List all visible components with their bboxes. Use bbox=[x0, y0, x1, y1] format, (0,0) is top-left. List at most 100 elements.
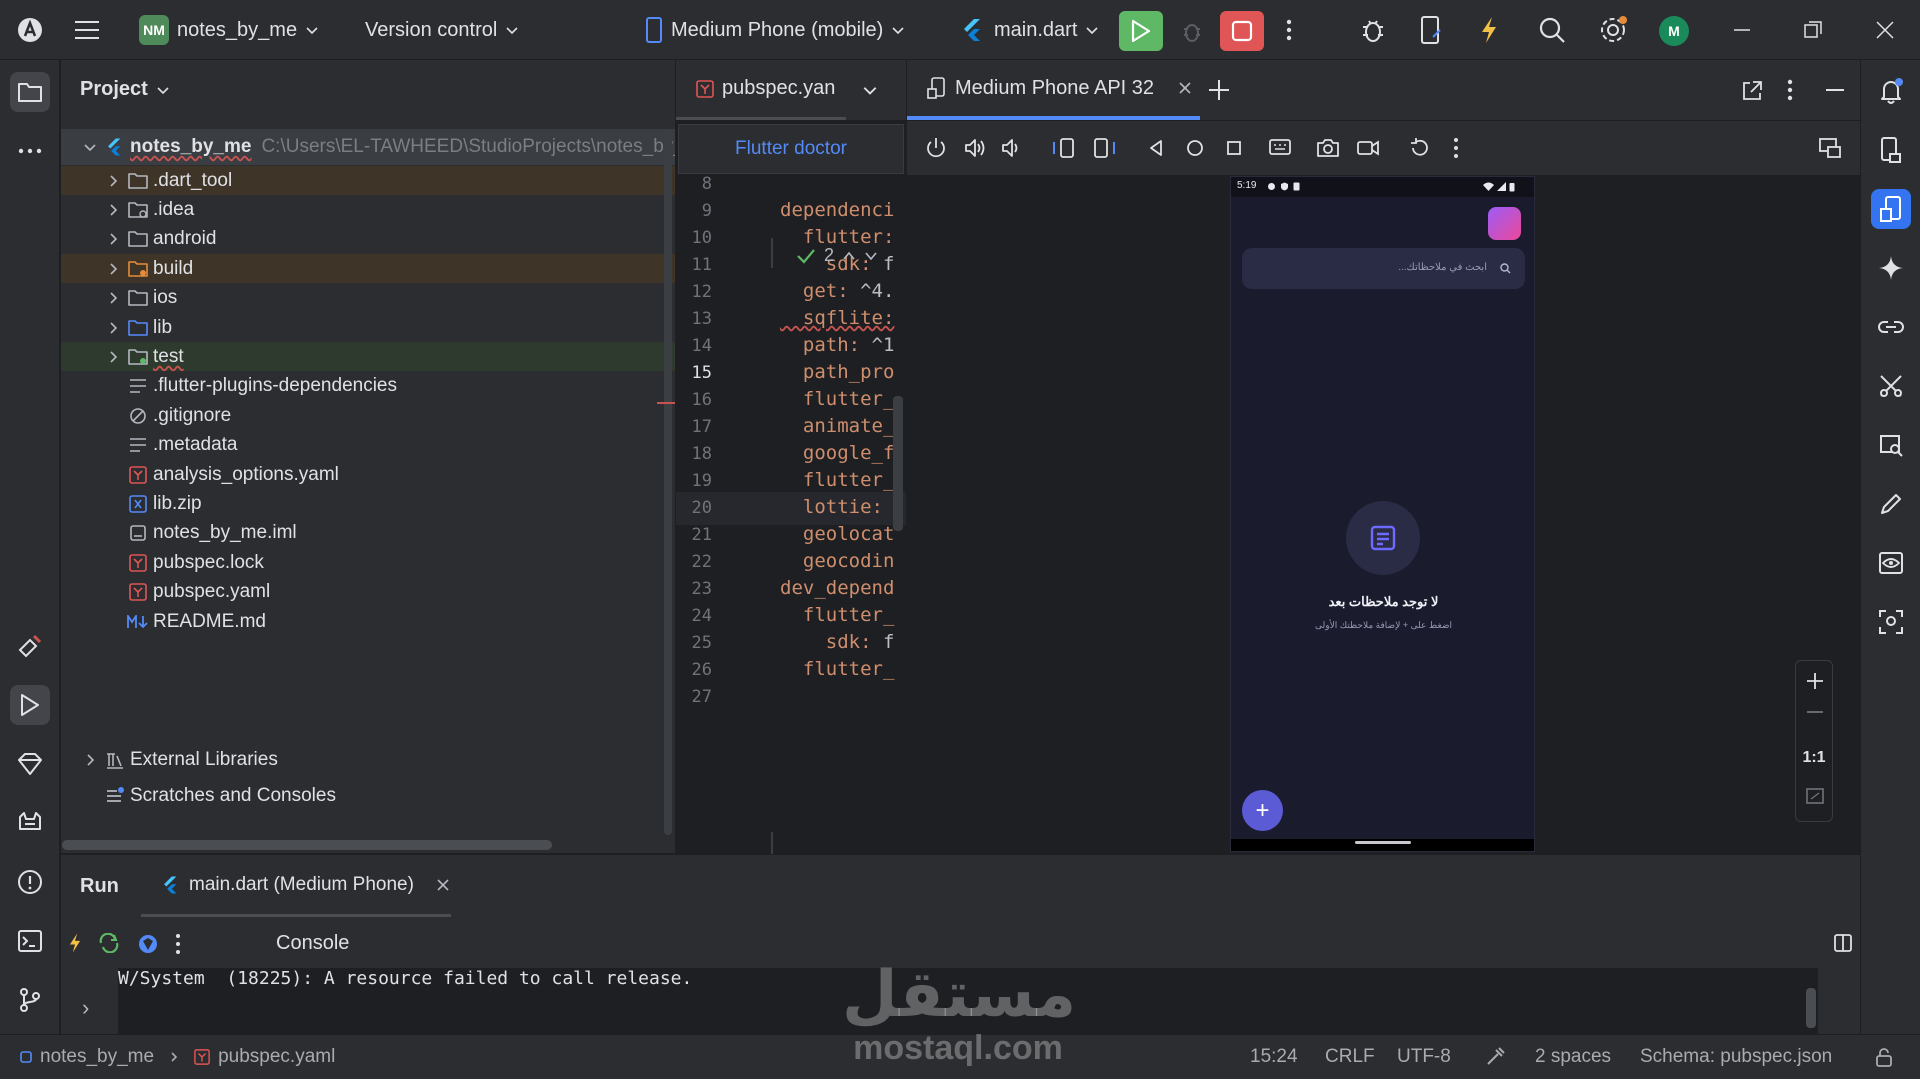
more-tools-icon[interactable] bbox=[10, 131, 50, 171]
tree-row[interactable]: ios bbox=[61, 284, 675, 313]
open-external-icon[interactable] bbox=[1741, 80, 1763, 102]
tree-row[interactable]: pubspec.lock bbox=[61, 548, 675, 577]
project-switcher[interactable]: NM notes_by_me bbox=[139, 0, 319, 60]
tree-row[interactable]: README.md bbox=[61, 607, 675, 636]
hot-reload-icon[interactable] bbox=[1478, 0, 1500, 60]
chevron-right-icon[interactable] bbox=[103, 171, 123, 191]
device-manager-icon[interactable] bbox=[1418, 0, 1444, 60]
layout-inspector-icon[interactable] bbox=[1871, 425, 1911, 465]
chevron-right-icon[interactable] bbox=[103, 229, 123, 249]
console-prompt-chevron-icon[interactable]: › bbox=[82, 995, 89, 1021]
power-icon[interactable] bbox=[923, 135, 949, 161]
tree-row-external-libraries[interactable]: External Libraries bbox=[61, 742, 675, 778]
edit-pencil-icon[interactable] bbox=[1871, 484, 1911, 524]
console-scrollbar[interactable] bbox=[1806, 988, 1816, 1028]
home-icon[interactable] bbox=[1182, 135, 1208, 161]
tree-row[interactable]: .idea bbox=[61, 195, 675, 224]
add-note-fab[interactable]: + bbox=[1242, 790, 1283, 831]
version-control-menu[interactable]: Version control bbox=[365, 0, 519, 60]
stop-button[interactable] bbox=[1220, 11, 1264, 51]
tree-row[interactable]: android bbox=[61, 225, 675, 254]
tree-row[interactable]: .gitignore bbox=[61, 401, 675, 430]
screen-record-icon[interactable] bbox=[1355, 135, 1381, 161]
close-tab-icon[interactable] bbox=[1178, 81, 1192, 95]
tree-row[interactable]: pubspec.yaml bbox=[61, 578, 675, 607]
zoom-fit-icon[interactable] bbox=[1805, 787, 1825, 805]
hide-panel-icon[interactable] bbox=[1825, 88, 1845, 92]
snapshot-reset-icon[interactable] bbox=[1407, 135, 1433, 161]
project-vertical-scrollbar[interactable] bbox=[664, 129, 672, 835]
chevron-down-icon[interactable] bbox=[80, 137, 100, 157]
chevron-right-icon[interactable] bbox=[80, 750, 100, 770]
terminal-icon[interactable] bbox=[10, 921, 50, 961]
restore-window-icon[interactable] bbox=[1804, 0, 1822, 60]
indent-setting[interactable]: 2 spaces bbox=[1535, 1046, 1611, 1068]
chevron-up-icon[interactable] bbox=[842, 249, 856, 263]
git-branch-icon[interactable] bbox=[10, 980, 50, 1020]
editor-vertical-scrollbar[interactable] bbox=[893, 396, 903, 531]
line-separator[interactable]: CRLF bbox=[1325, 1046, 1375, 1068]
run-tool-icon[interactable] bbox=[10, 685, 50, 725]
search-icon[interactable] bbox=[1538, 0, 1566, 60]
tab-overflow-chevron-down-icon[interactable] bbox=[862, 82, 878, 98]
chevron-right-icon[interactable] bbox=[103, 200, 123, 220]
tree-row-scratches[interactable]: Scratches and Consoles bbox=[61, 778, 675, 814]
keyboard-icon[interactable] bbox=[1267, 135, 1293, 161]
rotate-left-icon[interactable] bbox=[1051, 135, 1077, 161]
dart-devtools-icon[interactable] bbox=[10, 744, 50, 784]
logcat-icon[interactable] bbox=[10, 803, 50, 843]
app-links-icon[interactable] bbox=[1871, 307, 1911, 347]
tree-row[interactable]: .metadata bbox=[61, 431, 675, 460]
tree-row[interactable]: .flutter-plugins-dependencies bbox=[61, 372, 675, 401]
device-mirroring-icon[interactable] bbox=[1817, 135, 1843, 161]
run-options-icon[interactable] bbox=[175, 933, 181, 955]
overview-icon[interactable] bbox=[1221, 135, 1247, 161]
zoom-in-plus-icon[interactable] bbox=[1805, 671, 1825, 691]
json-schema[interactable]: Schema: pubspec.json bbox=[1640, 1046, 1832, 1068]
notes-search-input[interactable]: ابحث في ملاحظاتك... bbox=[1242, 248, 1525, 289]
tree-root-row[interactable]: notes_by_me C:\Users\EL-TAWHEED\StudioPr… bbox=[61, 129, 675, 165]
gemini-sparkle-icon[interactable] bbox=[1871, 248, 1911, 288]
tree-row[interactable]: .dart_tool bbox=[61, 166, 675, 195]
resource-manager-icon[interactable] bbox=[1871, 366, 1911, 406]
chevron-right-icon[interactable] bbox=[103, 288, 123, 308]
project-panel-header[interactable]: Project bbox=[80, 78, 170, 101]
volume-down-icon[interactable] bbox=[999, 135, 1025, 161]
editor-body[interactable]: 789dependenci10 flutter:11 sdk: f12 get:… bbox=[676, 120, 906, 910]
project-tool-folder-icon[interactable] bbox=[10, 72, 50, 112]
user-avatar[interactable]: M bbox=[1659, 16, 1689, 46]
volume-up-icon[interactable] bbox=[962, 135, 988, 161]
tree-row[interactable]: analysis_options.yaml bbox=[61, 460, 675, 489]
debug-button[interactable] bbox=[1170, 11, 1214, 51]
device-explorer-icon[interactable] bbox=[1871, 130, 1911, 170]
project-horizontal-scrollbar[interactable] bbox=[62, 840, 552, 850]
breadcrumb-file[interactable]: pubspec.yaml bbox=[218, 1046, 335, 1068]
panel-options-icon[interactable] bbox=[1787, 78, 1793, 102]
main-menu-icon[interactable] bbox=[74, 0, 100, 60]
run-tab-main-dart[interactable]: main.dart (Medium Phone) bbox=[141, 855, 451, 917]
tree-row[interactable]: lib.zip bbox=[61, 489, 675, 518]
flutter-inspector-icon[interactable] bbox=[10, 626, 50, 666]
close-tab-icon[interactable] bbox=[436, 878, 450, 892]
add-device-plus-icon[interactable] bbox=[1207, 78, 1231, 102]
problems-icon[interactable] bbox=[10, 862, 50, 902]
flutter-doctor-popup[interactable]: Flutter doctor bbox=[678, 124, 904, 174]
layout-toggle-icon[interactable] bbox=[1833, 933, 1853, 953]
hot-reload-icon[interactable] bbox=[67, 931, 83, 955]
dart-devtools-icon[interactable] bbox=[137, 933, 159, 955]
back-icon[interactable] bbox=[1143, 135, 1169, 161]
run-config-selector[interactable]: main.dart bbox=[960, 0, 1099, 60]
minimize-window-icon[interactable] bbox=[1733, 0, 1751, 60]
caret-position[interactable]: 15:24 bbox=[1250, 1046, 1298, 1068]
zoom-out-minus-icon[interactable] bbox=[1805, 710, 1825, 714]
chevron-right-icon[interactable] bbox=[103, 347, 123, 367]
code-style-icon[interactable] bbox=[1484, 1046, 1506, 1068]
chevron-right-icon[interactable] bbox=[103, 259, 123, 279]
run-button[interactable] bbox=[1119, 11, 1163, 51]
chevron-right-icon[interactable] bbox=[103, 318, 123, 338]
settings-gear-icon[interactable] bbox=[1598, 0, 1628, 60]
more-device-actions-icon[interactable] bbox=[1443, 135, 1469, 161]
more-actions-icon[interactable] bbox=[1286, 0, 1292, 60]
profile-avatar[interactable] bbox=[1488, 207, 1521, 240]
lock-icon[interactable] bbox=[1874, 1047, 1894, 1067]
